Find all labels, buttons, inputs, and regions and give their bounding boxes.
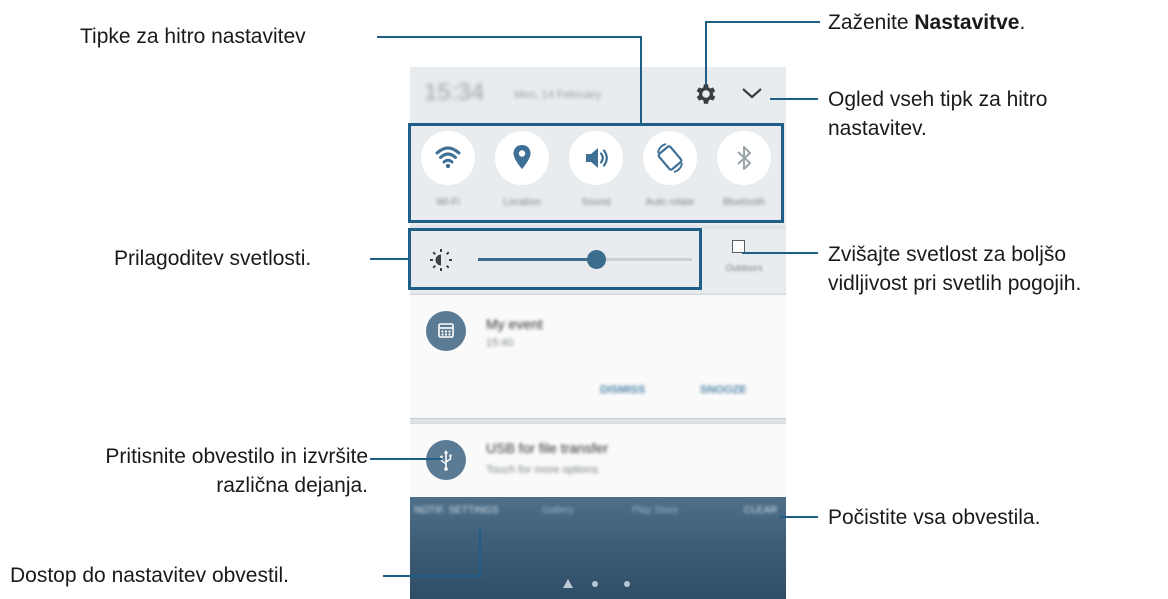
outdoor-mode-label: Outdoors: [725, 263, 763, 273]
callout-line: [780, 516, 818, 518]
callout-notification-settings: Dostop do nastavitev obvestil.: [10, 564, 289, 587]
callout-launch-settings: Zaženite Nastavitve.: [828, 8, 1025, 37]
usb-icon: [426, 440, 466, 480]
callout-quick-buttons: Tipke za hitro nastavitev: [80, 25, 306, 48]
dismiss-button[interactable]: DISMISS: [600, 384, 645, 396]
page-indicator-dot: [592, 581, 598, 587]
callout-launch-bold: Nastavitve: [914, 11, 1020, 34]
app-label-gallery: Gallery: [542, 505, 574, 516]
callout-outdoor-line1: Zvišajte svetlost za boljšo: [828, 243, 1067, 266]
callout-line: [742, 252, 818, 254]
callout-line: [370, 258, 410, 260]
home-screen-background: NOTIF. SETTINGS Gallery Play Store CLEAR: [410, 497, 786, 599]
notification-subtitle: Touch for more options.: [486, 464, 601, 476]
callout-line: [383, 575, 481, 577]
brightness-highlight-frame: [408, 228, 702, 290]
callout-line: [377, 36, 642, 38]
quick-buttons-highlight-frame: [408, 123, 784, 223]
callout-tap-notification: Pritisnite obvestilo in izvršite različn…: [28, 442, 368, 500]
clock-time: 15:34: [424, 79, 485, 106]
notification-settings-button[interactable]: NOTIF. SETTINGS: [414, 505, 498, 516]
callout-line: [640, 36, 642, 124]
callout-tap-line1: Pritisnite obvestilo in izvršite: [105, 445, 368, 468]
callout-line: [370, 458, 442, 460]
callout-launch-prefix: Zaženite: [828, 11, 915, 34]
callout-tap-line2: različna dejanja.: [216, 474, 368, 497]
callout-line: [479, 530, 481, 577]
callout-outdoor: Zvišajte svetlost za boljšo vidljivost p…: [828, 240, 1081, 298]
callout-view-all-line2: nastavitev.: [828, 117, 927, 140]
notification-event-card[interactable]: My event 15:40 DISMISS SNOOZE: [410, 294, 786, 419]
gear-icon[interactable]: [693, 81, 719, 112]
clear-all-button[interactable]: CLEAR: [744, 505, 777, 516]
notification-title: USB for file transfer: [486, 440, 609, 456]
callout-launch-suffix: .: [1019, 11, 1026, 34]
callout-line: [705, 21, 707, 85]
callout-line: [705, 21, 820, 23]
callout-brightness: Prilagoditev svetlosti.: [114, 247, 312, 270]
app-label-play-store: Play Store: [632, 505, 679, 516]
callout-view-all-line1: Ogled vseh tipk za hitro: [828, 88, 1048, 111]
callout-outdoor-line2: vidljivost pri svetlih pogojih.: [828, 272, 1082, 295]
chevron-down-icon[interactable]: [740, 85, 764, 106]
calendar-icon: [426, 311, 466, 351]
notification-usb-card[interactable]: USB for file transfer Touch for more opt…: [410, 423, 786, 499]
clock-date: Mon, 14 February: [514, 89, 601, 101]
page-indicator-dot: [624, 581, 630, 587]
status-bar: 15:34 Mon, 14 February: [410, 67, 786, 121]
callout-clear-all: Počistite vsa obvestila.: [828, 506, 1041, 529]
callout-view-all: Ogled vseh tipk za hitro nastavitev.: [828, 85, 1047, 143]
callout-line: [770, 98, 818, 100]
snooze-button[interactable]: SNOOZE: [700, 384, 746, 396]
notification-title: My event: [486, 316, 543, 332]
home-page-indicator-icon: [563, 579, 573, 588]
notification-subtitle: 15:40: [486, 337, 514, 349]
